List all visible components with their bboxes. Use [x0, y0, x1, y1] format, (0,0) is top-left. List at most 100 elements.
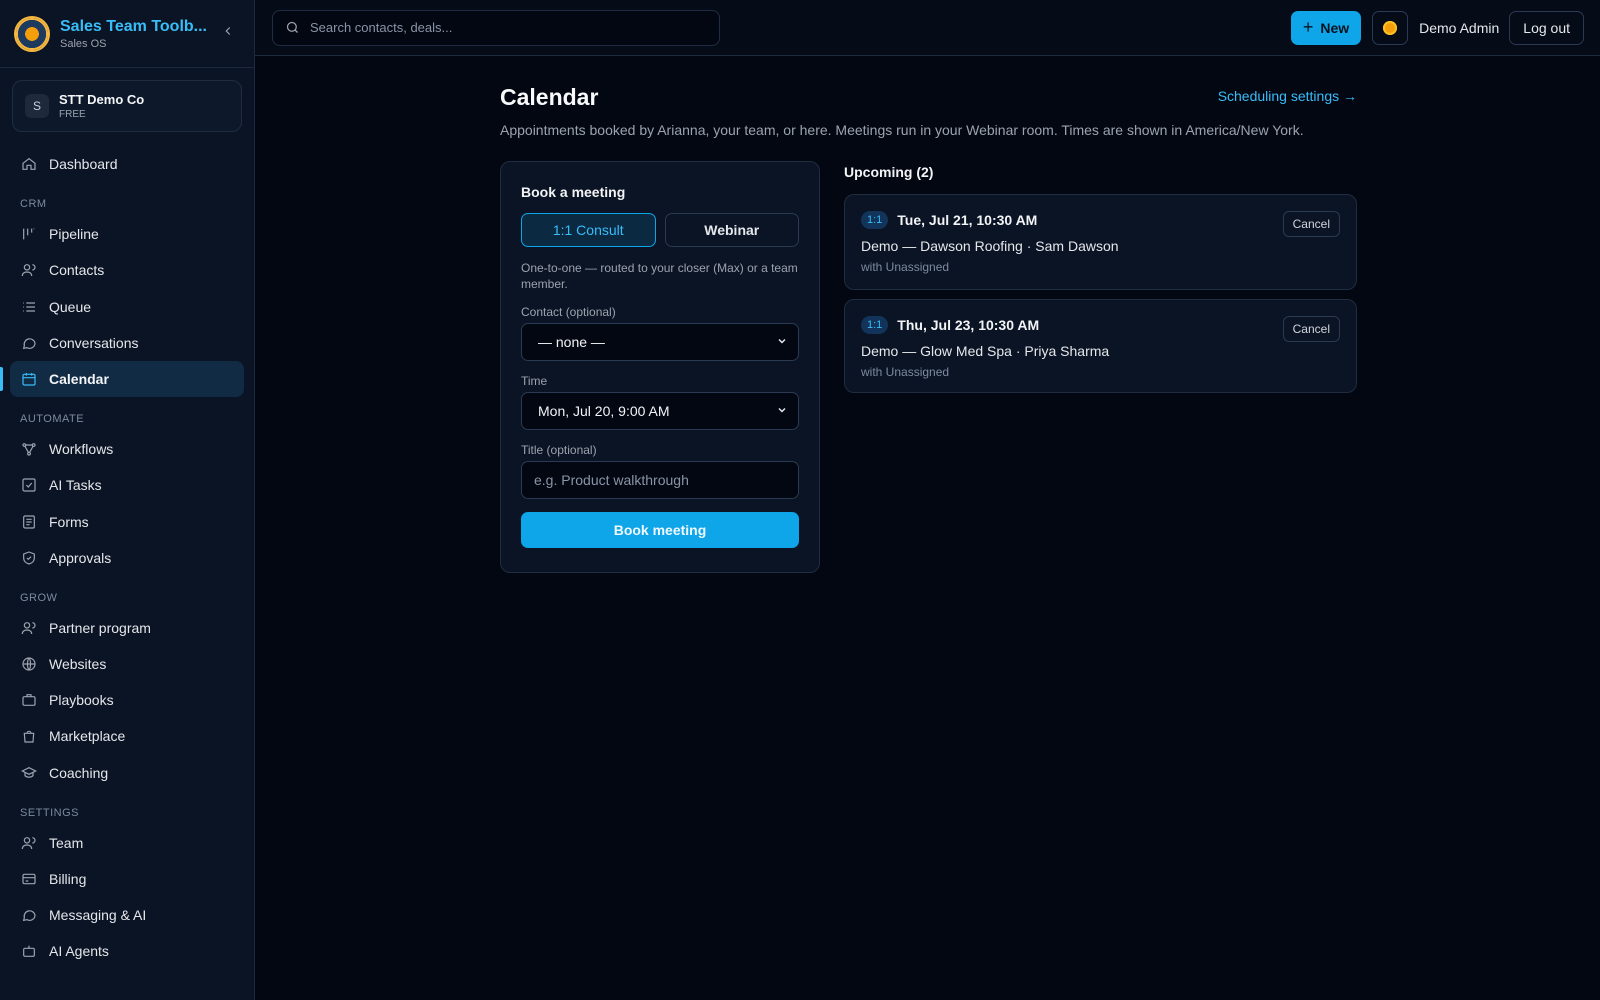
- search-input[interactable]: [310, 20, 690, 35]
- search-icon: [286, 21, 298, 33]
- sidebar-item-workflows[interactable]: Workflows: [10, 431, 244, 467]
- sidebar-item-label: AI Tasks: [49, 477, 102, 494]
- main-content: Calendar Scheduling settings → Appointme…: [500, 56, 1357, 573]
- new-button-label: New: [1320, 19, 1350, 36]
- brand-subtitle: Sales OS: [60, 37, 107, 50]
- sidebar-item-ai-tasks[interactable]: AI Tasks: [10, 467, 244, 503]
- sidebar-item-dashboard[interactable]: Dashboard: [10, 146, 244, 182]
- sidebar-item-billing[interactable]: Billing: [10, 861, 244, 897]
- calendar-icon: [20, 370, 38, 388]
- chevron-down-icon: [776, 404, 788, 419]
- book-meeting-title: Book a meeting: [521, 184, 626, 200]
- sidebar-item-label: Playbooks: [49, 692, 114, 709]
- page-description: Appointments booked by Arianna, your tea…: [500, 122, 1304, 138]
- org-name: STT Demo Co: [59, 92, 145, 107]
- book-meeting-card: Book a meeting 1:1 Consult Webinar One-t…: [500, 161, 820, 573]
- sidebar-item-calendar[interactable]: Calendar: [0, 360, 244, 397]
- graduation-cap-icon: [20, 764, 38, 782]
- appointment-time: Tue, Jul 21, 10:30 AM: [897, 212, 1038, 228]
- sidebar-item-pipeline[interactable]: Pipeline: [10, 216, 244, 252]
- org-switcher[interactable]: S STT Demo Co FREE: [12, 80, 242, 132]
- plus-icon: +: [1302, 17, 1314, 37]
- contact-label: Contact (optional): [521, 305, 616, 319]
- sidebar-item-label: Billing: [49, 871, 87, 887]
- sidebar-item-label: AI Agents: [49, 943, 109, 960]
- logout-button[interactable]: Log out: [1509, 10, 1584, 45]
- appointment-title: Demo — Dawson Roofing · Sam Dawson: [861, 238, 1119, 254]
- sidebar-item-websites[interactable]: Websites: [10, 646, 244, 682]
- sidebar-item-label: Team: [49, 834, 84, 851]
- brand-logo[interactable]: [14, 15, 50, 52]
- sidebar-item-label: Queue: [49, 298, 92, 315]
- sidebar-item-team[interactable]: Team: [10, 825, 244, 861]
- team-icon: [20, 834, 38, 852]
- sidebar-item-label: Partner program: [49, 619, 151, 636]
- time-select[interactable]: Mon, Jul 20, 9:00 AM: [521, 392, 799, 430]
- new-button[interactable]: + New: [1290, 10, 1362, 45]
- contact-select[interactable]: — none —: [521, 323, 799, 361]
- meeting-type-description: One-to-one — routed to your closer (Max)…: [521, 261, 798, 291]
- contacts-icon: [20, 261, 38, 279]
- partner-icon: [20, 619, 38, 637]
- consult-type-button[interactable]: 1:1 Consult: [521, 213, 656, 247]
- meeting-type-toggle: 1:1 Consult Webinar: [521, 213, 799, 247]
- forms-icon: [20, 513, 38, 531]
- sidebar-item-messaging-ai[interactable]: Messaging & AI: [10, 897, 244, 933]
- sidebar-item-queue[interactable]: Queue: [10, 289, 244, 325]
- sidebar-item-label: Marketplace: [49, 728, 126, 745]
- playbooks-icon: [20, 691, 38, 709]
- meeting-title-input[interactable]: [521, 461, 799, 499]
- sidebar-item-label: Websites: [49, 656, 107, 673]
- search-bar[interactable]: [272, 9, 720, 46]
- sidebar-item-coaching[interactable]: Coaching: [10, 755, 244, 791]
- org-avatar: S: [25, 94, 49, 118]
- time-select-value: Mon, Jul 20, 9:00 AM: [538, 403, 670, 419]
- contact-select-value: — none —: [538, 334, 605, 350]
- shield-check-icon: [20, 549, 38, 567]
- sidebar-item-conversations[interactable]: Conversations: [10, 325, 244, 361]
- sidebar-item-partner-program[interactable]: Partner program: [10, 610, 244, 646]
- sidebar-item-forms[interactable]: Forms: [10, 504, 244, 540]
- appointment-time: Thu, Jul 23, 10:30 AM: [897, 317, 1040, 333]
- sidebar-item-marketplace[interactable]: Marketplace: [10, 718, 244, 754]
- theme-toggle-button[interactable]: [1372, 10, 1409, 45]
- book-meeting-button[interactable]: Book meeting: [521, 512, 799, 548]
- appointment-title: Demo — Glow Med Spa · Priya Sharma: [861, 343, 1110, 359]
- chevron-down-icon: [776, 335, 788, 350]
- sidebar-item-label: Dashboard: [49, 156, 118, 172]
- queue-icon: [20, 298, 38, 316]
- webinar-type-button[interactable]: Webinar: [664, 213, 799, 247]
- sidebar-item-label: Messaging & AI: [49, 907, 147, 924]
- time-label: Time: [521, 374, 548, 388]
- title-label: Title (optional): [521, 443, 597, 457]
- sidebar-item-contacts[interactable]: Contacts: [10, 252, 244, 288]
- sidebar-item-label: Workflows: [49, 441, 114, 458]
- page-title: Calendar: [500, 84, 599, 110]
- nav-section-settings: SETTINGS: [20, 806, 80, 819]
- brand-header: Sales Team Toolb... Sales OS: [0, 0, 254, 68]
- sidebar: Sales Team Toolb... Sales OS S STT Demo …: [0, 0, 255, 1000]
- sidebar-item-playbooks[interactable]: Playbooks: [10, 682, 244, 718]
- sidebar-item-label: Pipeline: [49, 226, 99, 243]
- user-name: Demo Admin: [1419, 19, 1500, 36]
- appointment-assignee: with Unassigned: [861, 260, 950, 274]
- cancel-appointment-button[interactable]: Cancel: [1282, 316, 1340, 342]
- meeting-type-badge: 1:1: [861, 211, 889, 229]
- sidebar-item-label: Contacts: [49, 262, 105, 279]
- collapse-sidebar-icon[interactable]: [216, 24, 240, 43]
- conversations-icon: [20, 334, 38, 352]
- scheduling-settings-link[interactable]: Scheduling settings →: [1218, 88, 1357, 104]
- upcoming-heading: Upcoming (2): [844, 164, 934, 180]
- shopping-bag-icon: [20, 727, 38, 745]
- credit-card-icon: [20, 870, 38, 888]
- appointment-assignee: with Unassigned: [861, 365, 950, 379]
- cancel-appointment-button[interactable]: Cancel: [1282, 211, 1340, 237]
- globe-icon: [20, 655, 38, 673]
- sidebar-item-label: Approvals: [49, 549, 112, 566]
- sidebar-item-ai-agents[interactable]: AI Agents: [10, 933, 244, 969]
- home-icon: [20, 155, 38, 173]
- sidebar-item-approvals[interactable]: Approvals: [10, 540, 244, 576]
- ai-tasks-icon: [20, 476, 38, 494]
- nav-section-automate: AUTOMATE: [20, 413, 85, 426]
- sun-icon: [1383, 20, 1398, 35]
